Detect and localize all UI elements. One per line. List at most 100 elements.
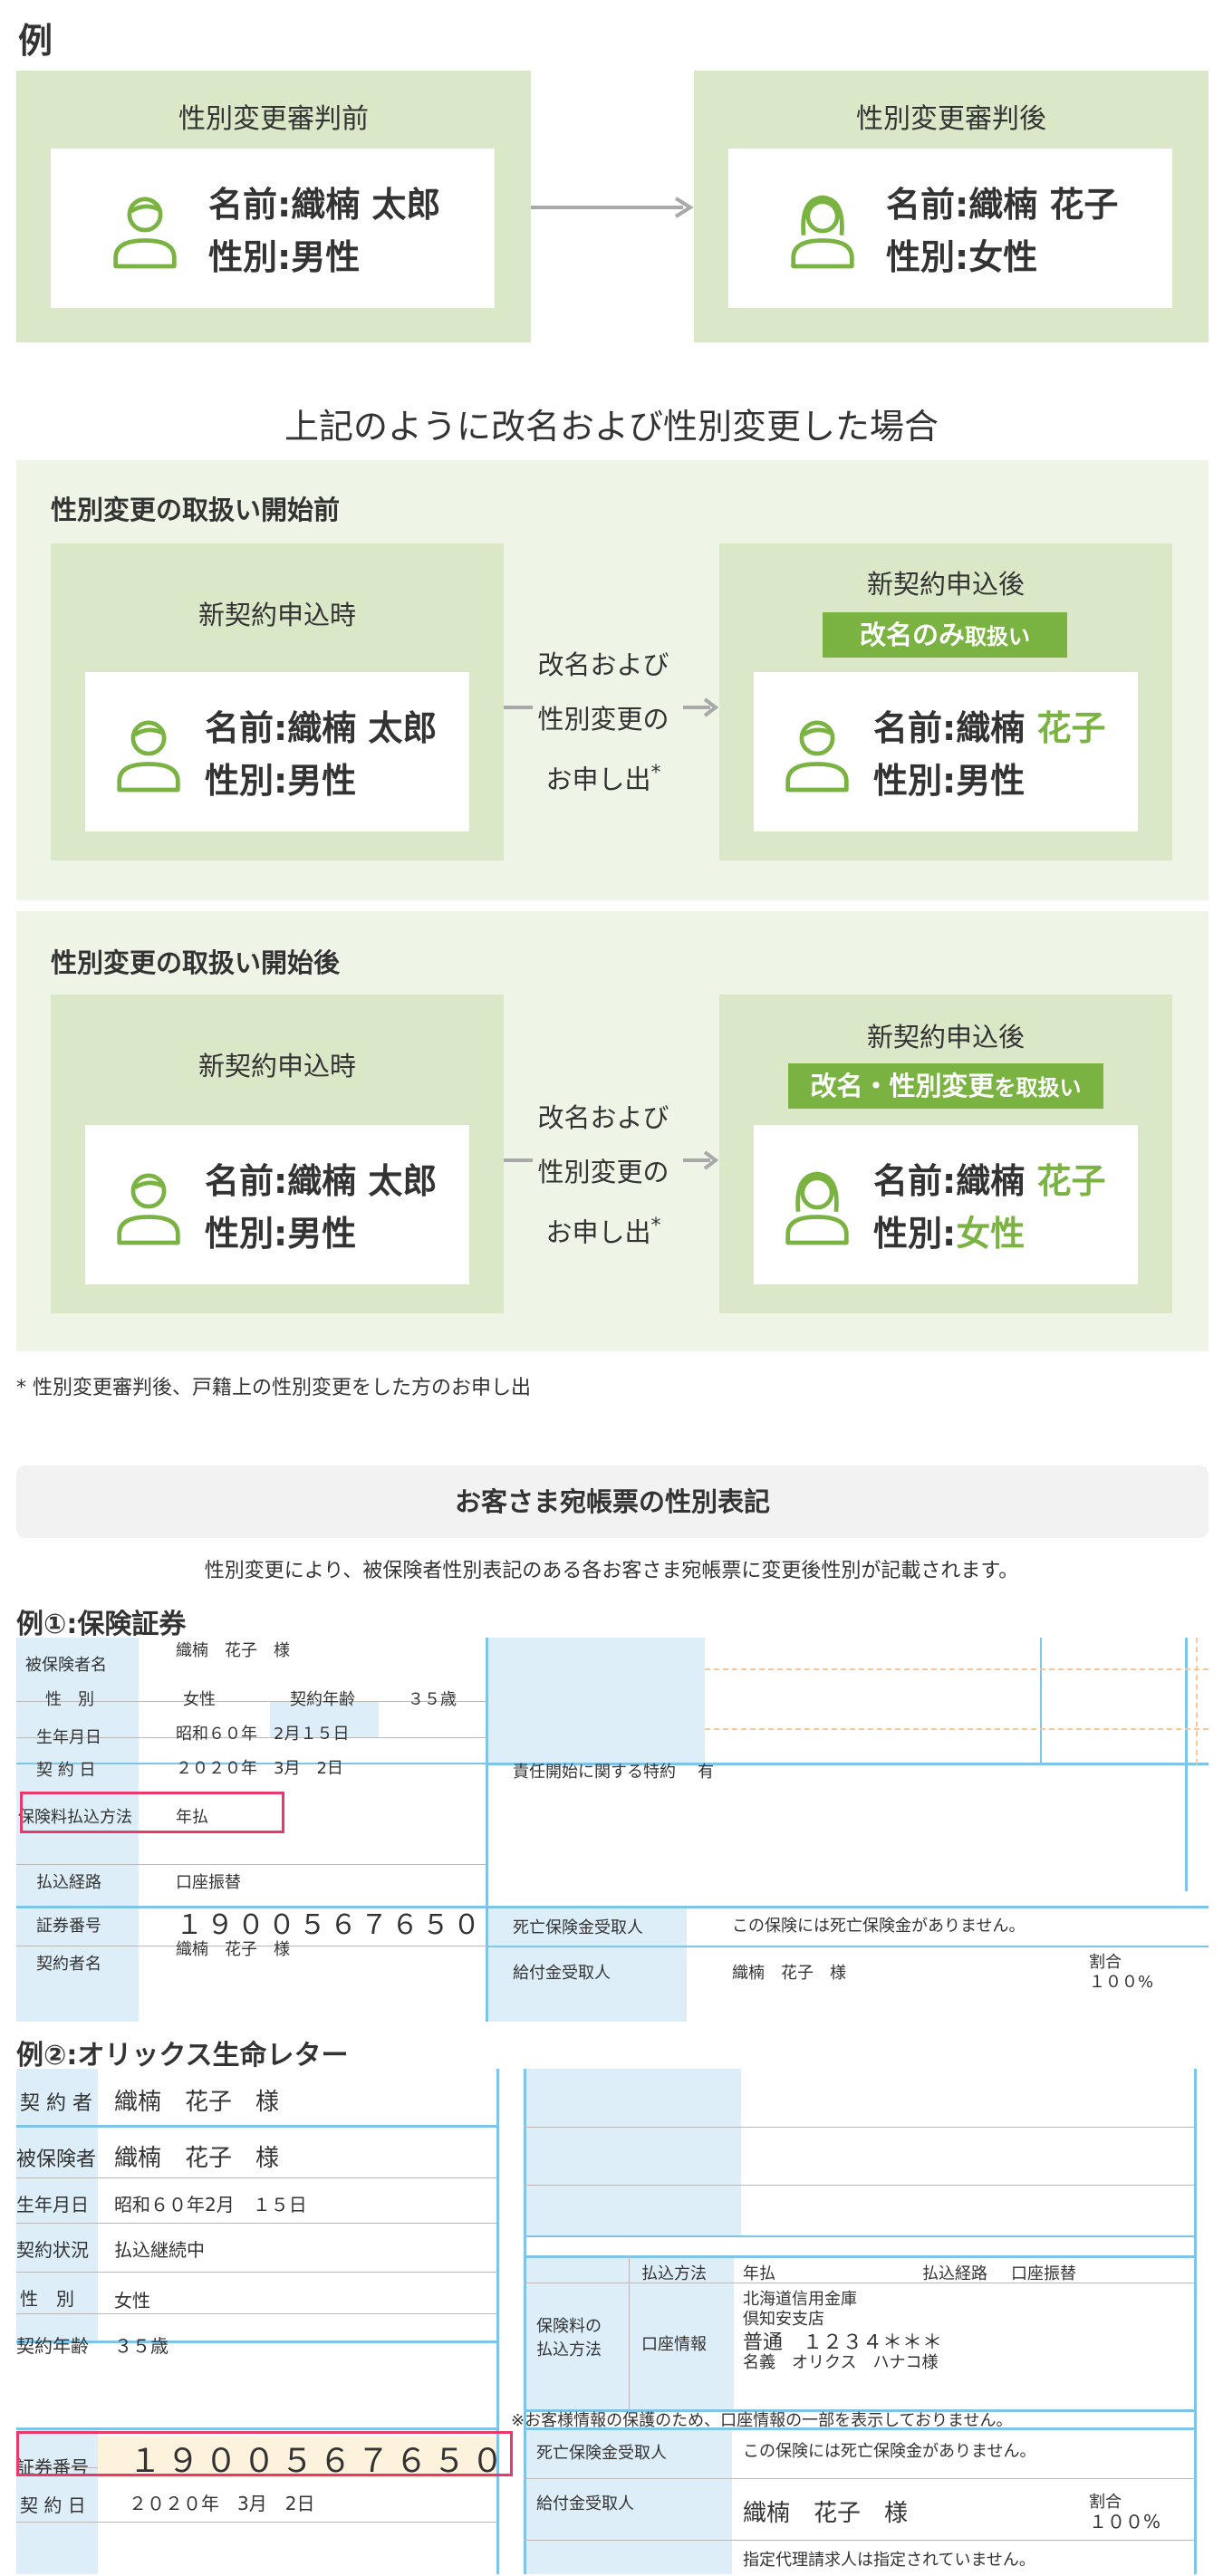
arrow-small-left-icon: [504, 1158, 533, 1162]
s2-badge-main: 改名・性別変更: [810, 1071, 995, 1101]
s2-arrow-line2: 性別変更の: [537, 1157, 669, 1187]
ex1-contract-label: 契 約 日: [36, 1761, 96, 1780]
ex2-pay-label1: 保険料の: [536, 2317, 602, 2336]
s2-right-panel: 新契約申込後 改名・性別変更を取扱い 名前:織楠 花子 性別:女性: [719, 995, 1172, 1313]
s2-badge-small: を取扱い: [994, 1075, 1082, 1101]
ex1-benefit-value: 織楠 花子 様: [732, 1964, 846, 1983]
s1-right-gender: 性別:男性: [873, 761, 1026, 801]
ex1-cert-label: 証券番号: [36, 1917, 101, 1936]
ex2-agent-value: 指定代理請求人は指定されていません。: [743, 2551, 1035, 2570]
ex2-benefit-value: 織楠 花子 様: [743, 2500, 909, 2527]
s2-arrow-label: 改名および 性別変更の お申し出*: [524, 1098, 683, 1253]
ex2-pay-label2: 払込方法: [536, 2341, 602, 2360]
after-panel: 性別変更審判後 名前:織楠 花子 性別:女性: [694, 71, 1209, 342]
ex2-status-label: 契約状況: [16, 2239, 89, 2261]
ex1-ratio-value: １００%: [1089, 1973, 1154, 1992]
ex2-death-label: 死亡保険金受取人: [536, 2444, 667, 2463]
after-card: 名前:織楠 花子 性別:女性: [728, 149, 1172, 308]
after-title: 性別変更審判後: [856, 103, 1046, 135]
ex1-gender-label: 性 別: [45, 1690, 94, 1709]
arrow-small-left-icon: [504, 706, 533, 709]
s2-right-name-prefix: 名前:織楠: [873, 1161, 1037, 1201]
male-person-icon: [114, 716, 183, 793]
ex2-contract-label: 契 約 日: [20, 2494, 86, 2516]
ex2-birth-label: 生年月日: [16, 2194, 89, 2216]
ex2-route-label: 払込経路: [922, 2264, 987, 2283]
s2-left-name: 名前:織楠 太郎: [205, 1161, 438, 1201]
s1-badge: 改名のみ取扱い: [823, 612, 1067, 658]
s1-right-title: 新契約申込後: [866, 569, 1025, 600]
ex2-ratio-value: １００%: [1089, 2511, 1161, 2533]
s1-arrow-label: 改名および 性別変更の お申し出*: [524, 645, 683, 800]
ex1-birth-value: 昭和６０年 2月１５日: [176, 1725, 350, 1744]
ex2-method-value: 年払: [743, 2264, 775, 2283]
s2-right-gender-green: 女性: [956, 1214, 1026, 1254]
ex2-age-label: 契約年齢: [16, 2335, 89, 2357]
s1-left-gender: 性別:男性: [205, 761, 357, 801]
ex2-heading: 例②:オリックス生命レター: [16, 2040, 349, 2071]
ex2-bank4: 名義 オリクス ハナコ様: [743, 2353, 939, 2372]
s1-left-card: 名前:織楠 太郎 性別:男性: [85, 672, 469, 831]
arrow-right-icon: [683, 1150, 719, 1170]
ex2-gender-label: 性 別: [20, 2288, 74, 2310]
ex1-route-label: 払込経路: [36, 1873, 101, 1892]
s2-right-card: 名前:織楠 花子 性別:女性: [754, 1125, 1138, 1284]
s1-right-name-green: 花子: [1036, 708, 1106, 748]
s1-right-name: 名前:織楠 花子: [873, 701, 1105, 755]
section-after-title: 性別変更の取扱い開始後: [51, 947, 341, 978]
after-name: 名前:織楠 花子: [886, 185, 1119, 225]
after-gender: 性別:女性: [886, 237, 1038, 277]
male-person-icon: [114, 1168, 183, 1246]
ex2-holder-value: 織楠 花子 様: [114, 2089, 280, 2116]
s1-left-panel: 新契約申込時 名前:織楠 太郎 性別:男性: [51, 543, 504, 860]
s2-left-panel: 新契約申込時 名前:織楠 太郎 性別:男性: [51, 995, 504, 1313]
s2-arrow-line1: 改名および: [537, 1102, 669, 1133]
ex1-death-value: この保険には死亡保険金がありません。: [732, 1917, 1026, 1936]
s1-left-title: 新契約申込時: [197, 600, 356, 630]
s2-right-title: 新契約申込後: [866, 1022, 1025, 1053]
ex1-gender-value: 女性: [183, 1690, 216, 1709]
s2-arrow-line3: お申し出: [545, 1216, 651, 1248]
ex2-benefit-label: 給付金受取人: [536, 2494, 634, 2514]
female-person-icon: [788, 192, 857, 270]
ex2-holder-label: 契 約 者: [20, 2092, 92, 2115]
ex1-document: 被保険者名 織楠 花子 様 性 別 女性 契約年齢 ３５歳 生年月日 昭和６０年…: [16, 1638, 1209, 2022]
ex1-age-label: 契約年齢: [290, 1690, 355, 1709]
s1-right-name-prefix: 名前:織楠: [873, 708, 1037, 748]
ex1-holder-label: 契約者名: [36, 1955, 101, 1974]
ex2-insured-label: 被保険者: [16, 2148, 97, 2171]
footnote: * 性別変更審判後、戸籍上の性別変更をした方のお申し出: [16, 1377, 531, 1399]
s2-left-gender: 性別:男性: [205, 1214, 357, 1254]
female-person-icon: [783, 1168, 852, 1246]
s2-right-gender-prefix: 性別:: [873, 1214, 957, 1254]
case-heading: 上記のように改名および性別変更した場合: [284, 407, 939, 447]
section-before-title: 性別変更の取扱い開始前: [51, 495, 341, 525]
ex2-death-value: この保険には死亡保険金がありません。: [743, 2442, 1036, 2461]
ex2-status-value: 払込継続中: [114, 2239, 205, 2261]
ex2-document: 契 約 者 織楠 花子 様 被保険者 織楠 花子 様 生年月日 昭和６０年2月 …: [16, 2069, 1209, 2574]
ex1-route-value: 口座振替: [176, 1873, 241, 1892]
section-after: 性別変更の取扱い開始後 新契約申込時 名前:織楠 太郎 性別:男性 改名および …: [16, 911, 1209, 1351]
before-card: 名前:織楠 太郎 性別:男性: [51, 149, 495, 308]
s2-right-name-green: 花子: [1036, 1161, 1106, 1201]
ex2-insured-value: 織楠 花子 様: [114, 2145, 280, 2172]
s1-right-card: 名前:織楠 花子 性別:男性: [754, 672, 1138, 831]
ledger-desc: 性別変更により、被保険者性別表記のある各お客さま宛帳票に変更後性別が記載されます…: [204, 1560, 1019, 1582]
ex1-holder-value: 織楠 花子 様: [176, 1940, 290, 1959]
s1-left-name: 名前:織楠 太郎: [205, 708, 438, 748]
section-before: 性別変更の取扱い開始前 新契約申込時 名前:織楠 太郎 性別:男性 改名および …: [16, 460, 1209, 900]
ex2-method-label: 払込方法: [641, 2264, 707, 2283]
ex2-highlight-box: [16, 2431, 513, 2476]
ex2-birth-value: 昭和６０年2月 １５日: [114, 2194, 307, 2216]
ex1-birth-label: 生年月日: [36, 1728, 101, 1747]
s2-right-gender: 性別:女性: [873, 1206, 1025, 1261]
before-panel: 性別変更審判前 名前:織楠 太郎 性別:男性: [16, 71, 531, 342]
s1-arrow-line1: 改名および: [537, 649, 669, 680]
ex1-special-label: 責任開始に関する特約: [513, 1763, 676, 1782]
s1-arrow-line2: 性別変更の: [537, 704, 669, 735]
s2-left-title: 新契約申込時: [197, 1051, 356, 1081]
ledger-title: お客さま宛帳票の性別表記: [16, 1466, 1209, 1538]
before-title: 性別変更審判前: [178, 103, 369, 135]
ex1-death-label: 死亡保険金受取人: [513, 1918, 643, 1937]
ex2-route-value: 口座振替: [1011, 2264, 1076, 2283]
